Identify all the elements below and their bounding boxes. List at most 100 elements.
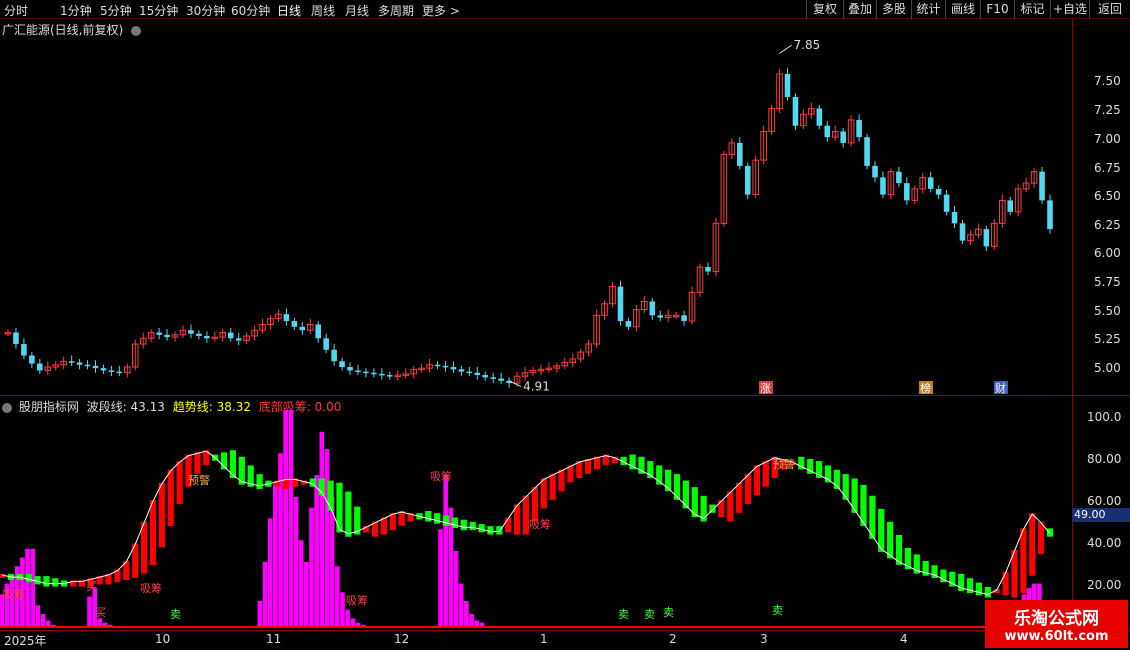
bottom-bar: [35, 605, 41, 627]
candle-body: [29, 355, 35, 364]
candle-body: [76, 362, 83, 365]
candle-body: [482, 375, 489, 378]
date-label: 3: [760, 632, 768, 646]
bottom-bar: [40, 613, 46, 627]
date-label: 11: [266, 632, 282, 646]
candle-body: [943, 194, 950, 212]
bottom-bar: [97, 618, 103, 627]
bottom-bar: [298, 540, 304, 627]
candle-body: [927, 177, 934, 189]
watermark-logo: 乐淘公式网 www.60lt.com: [985, 600, 1128, 648]
watermark-line2: www.60lt.com: [1004, 629, 1109, 644]
candle-body: [490, 377, 496, 379]
candle-body: [1039, 171, 1045, 201]
bottom-bar: [464, 600, 469, 627]
candle-body: [347, 367, 353, 371]
date-label: 10: [155, 632, 171, 646]
candle-body: [299, 326, 306, 331]
candle-body: [657, 315, 664, 318]
candle-body: [617, 286, 624, 322]
candle-body: [204, 335, 210, 339]
bottom-bar: [283, 410, 289, 627]
event-tag: 榜: [920, 381, 931, 395]
candle-body: [283, 314, 290, 322]
candle-body: [387, 375, 393, 377]
candle-body: [235, 338, 242, 341]
signal-annotation: 卖: [170, 608, 181, 621]
signal-annotation: 吸筹: [430, 469, 452, 483]
candle-body: [379, 373, 385, 376]
candle-body: [951, 211, 958, 224]
candle-body: [363, 371, 369, 374]
candle-body: [474, 372, 481, 376]
bottom-bar: [25, 548, 30, 627]
candle-body: [466, 371, 473, 374]
date-label: 1: [540, 632, 548, 646]
bottom-bar: [273, 483, 278, 627]
candle-body: [625, 321, 632, 327]
candle-body: [792, 96, 799, 126]
signal-annotation: 卖: [663, 606, 674, 619]
watermark-line1: 乐淘公式网: [1014, 609, 1099, 629]
candle-body: [744, 165, 751, 195]
candle-body: [196, 333, 202, 336]
candle-body: [896, 171, 902, 184]
signal-annotation: 卖: [772, 604, 783, 617]
bottom-bar: [458, 583, 464, 627]
candle-body: [13, 332, 19, 345]
chart-canvas[interactable]: 7.854.91 涨榜财预警预警吸筹 吸筹吸筹吸筹吸筹买买卖卖卖卖卖: [0, 0, 1130, 650]
date-label: 2025年: [4, 634, 47, 648]
candle-body: [116, 371, 123, 374]
bottom-bar: [334, 566, 340, 627]
candle-body: [188, 330, 194, 334]
bottom-bar: [30, 548, 36, 627]
candle-body: [21, 344, 27, 356]
signal-annotation: 卖: [644, 608, 655, 621]
candle-body: [37, 363, 43, 371]
bottom-bar: [304, 561, 309, 627]
candle-body: [1007, 200, 1014, 212]
low-price-label: 4.91: [523, 380, 550, 394]
bottom-bar: [443, 475, 449, 627]
candle-body: [935, 188, 942, 195]
high-price-label: 7.85: [794, 38, 821, 52]
candle-body: [323, 338, 329, 350]
bottom-bar: [314, 475, 319, 627]
bottom-bar: [262, 561, 268, 627]
candle-body: [458, 369, 465, 372]
date-axis: 2025年 10 11 12 1 2 3 4: [0, 630, 1130, 650]
candle-body: [442, 365, 449, 368]
candle-body: [371, 372, 377, 375]
bottom-bar: [453, 551, 459, 627]
candle-body: [824, 125, 831, 138]
candle-body: [68, 361, 75, 363]
date-label: 2: [669, 632, 677, 646]
date-label: 12: [394, 632, 410, 646]
candle-body: [880, 177, 886, 195]
candle-body: [355, 370, 361, 372]
event-tag: 涨: [760, 382, 771, 395]
candle-body: [872, 165, 878, 178]
candle-body: [864, 137, 870, 166]
bottom-bar: [438, 529, 443, 627]
bottom-bar: [293, 496, 299, 627]
low-marker-line: [508, 380, 522, 388]
bottom-bar: [345, 609, 350, 627]
bottom-bar: [340, 592, 345, 627]
signal-annotation: 吸筹: [529, 517, 551, 531]
bottom-bar: [257, 600, 263, 627]
bottom-bar: [469, 613, 474, 627]
bottom-bar: [309, 507, 314, 627]
candle-body: [315, 324, 321, 339]
candle-body: [434, 364, 441, 367]
event-tag: 财: [995, 381, 1006, 395]
candle-body: [681, 315, 687, 322]
bottom-bar: [278, 453, 283, 627]
candle-body: [331, 349, 337, 362]
candle-body: [737, 142, 743, 166]
candle-body: [84, 364, 91, 367]
candle-body: [983, 229, 990, 247]
signal-annotation: 卖: [618, 608, 629, 621]
signal-annotation: 买: [95, 606, 106, 619]
candle-body: [108, 370, 115, 372]
